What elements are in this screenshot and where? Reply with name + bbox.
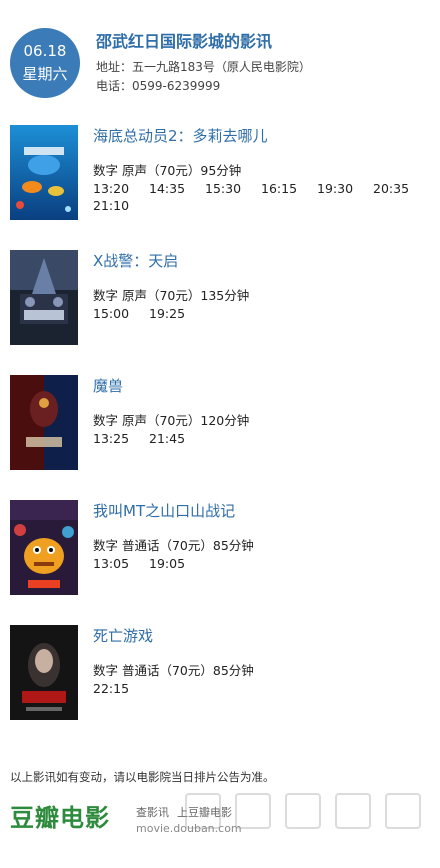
- movie-title[interactable]: 死亡游戏: [93, 627, 153, 645]
- cinema-address: 地址：五一九路183号（原人民电影院）: [96, 60, 311, 74]
- showtime[interactable]: 13:25: [93, 430, 149, 447]
- showtime[interactable]: 19:30: [317, 180, 373, 197]
- showtime[interactable]: 21:10: [93, 197, 149, 214]
- cinema-name[interactable]: 邵武红日国际影城的影讯: [96, 32, 272, 52]
- showtime[interactable]: 15:30: [205, 180, 261, 197]
- showtimes: 13:05 19:05: [93, 555, 430, 572]
- movie-poster-image[interactable]: [10, 500, 78, 595]
- movie-poster-image[interactable]: [10, 375, 78, 470]
- showtimes: 13:25 21:45: [93, 430, 430, 447]
- movie-item: 死亡游戏 数字 普通话（70元）85分钟 22:15: [10, 625, 430, 721]
- movie-info: 数字 原声（70元）135分钟: [93, 288, 250, 303]
- showtime[interactable]: 15:00: [93, 305, 149, 322]
- movie-info: 数字 普通话（70元）85分钟: [93, 538, 254, 553]
- movie-title[interactable]: 海底总动员2：多莉去哪儿: [93, 127, 268, 145]
- movie-title[interactable]: 我叫MT之山口山战记: [93, 502, 235, 520]
- movie-title[interactable]: X战警：天启: [93, 252, 178, 270]
- movie-info: 数字 原声（70元）120分钟: [93, 413, 250, 428]
- showtime[interactable]: 14:35: [149, 180, 205, 197]
- movie-item: 海底总动员2：多莉去哪儿 数字 原声（70元）95分钟 13:20 14:35 15…: [10, 125, 430, 221]
- showtimes: 15:00 19:25: [93, 305, 430, 322]
- showtimes: 13:20 14:35 15:30 16:15 19:30 20:35 21:10: [93, 180, 430, 214]
- schedule-notice: 以上影讯如有变动，请以电影院当日排片公告为准。: [10, 770, 275, 784]
- douban-url[interactable]: movie.douban.com: [136, 822, 242, 835]
- douban-movie-link[interactable]: 上豆瓣电影: [177, 806, 232, 819]
- showtime[interactable]: 22:15: [93, 680, 149, 697]
- movie-info: 数字 普通话（70元）85分钟: [93, 663, 254, 678]
- cinema-header: 06.18 星期六 邵武红日国际影城的影讯 地址：五一九路183号（原人民电影院…: [10, 28, 430, 98]
- showtimes-link[interactable]: 查影讯: [136, 806, 169, 819]
- showtime[interactable]: 19:05: [149, 555, 205, 572]
- movie-item: X战警：天启 数字 原声（70元）135分钟 15:00 19:25: [10, 250, 430, 346]
- cinema-phone[interactable]: 电话：0599-6239999: [96, 78, 220, 94]
- movie-item: 魔兽 数字 原声（70元）120分钟 13:25 21:45: [10, 375, 430, 471]
- movie-poster-image[interactable]: [10, 125, 78, 220]
- date-badge: 06.18 星期六: [10, 28, 80, 98]
- douban-movie-logo[interactable]: 豆瓣电影: [10, 803, 110, 833]
- showtime[interactable]: 16:15: [261, 180, 317, 197]
- showtimes: 22:15: [93, 680, 430, 697]
- showtime[interactable]: 20:35: [373, 180, 429, 197]
- showtime[interactable]: 13:20: [93, 180, 149, 197]
- date-text: 06.18: [23, 42, 67, 60]
- movie-info: 数字 原声（70元）95分钟: [93, 163, 242, 178]
- movie-poster-image[interactable]: [10, 625, 78, 720]
- movie-poster-image[interactable]: [10, 250, 78, 345]
- weekday-text: 星期六: [22, 65, 68, 83]
- movie-item: 我叫MT之山口山战记 数字 普通话（70元）85分钟 13:05 19:05: [10, 500, 430, 596]
- showtime[interactable]: 21:45: [149, 430, 205, 447]
- douban-links: 查影讯 上豆瓣电影: [136, 806, 240, 819]
- showtime[interactable]: 19:25: [149, 305, 205, 322]
- movie-title[interactable]: 魔兽: [93, 377, 123, 395]
- showtime[interactable]: 13:05: [93, 555, 149, 572]
